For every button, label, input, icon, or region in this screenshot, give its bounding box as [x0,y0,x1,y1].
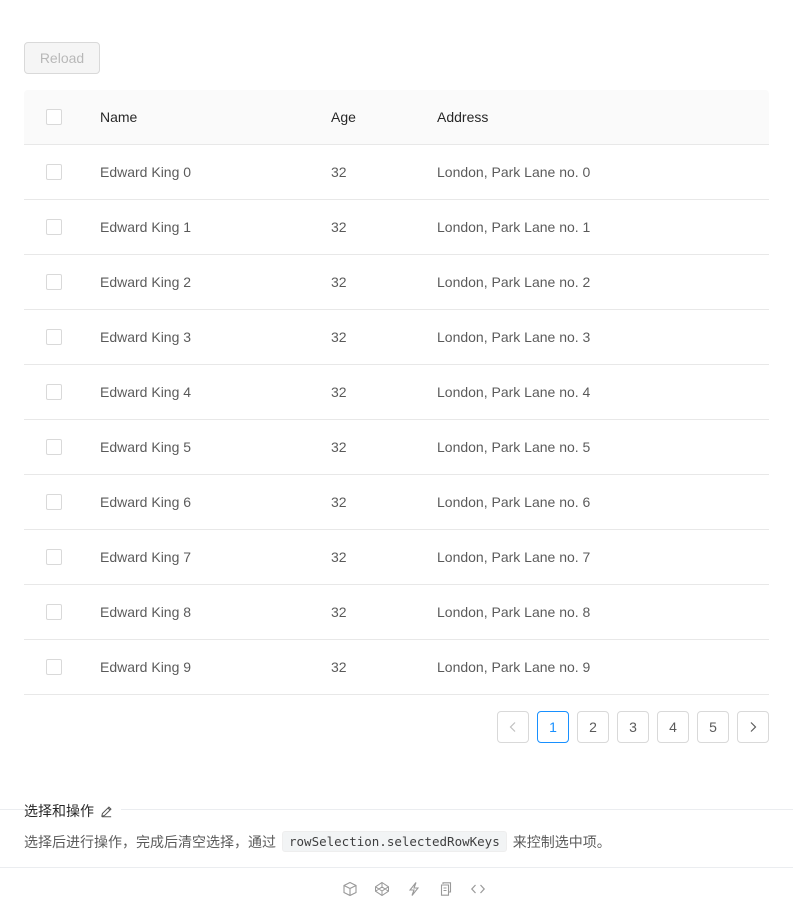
cell-age: 32 [331,494,347,510]
row-select-cell[interactable] [46,640,62,694]
cell-address: London, Park Lane no. 0 [437,164,591,180]
cell-age: 32 [331,274,347,290]
demo-desc-before: 选择后进行操作，完成后清空选择，通过 [24,834,276,851]
copy-icon[interactable] [437,880,455,898]
pagination-page-2[interactable]: 2 [577,711,609,743]
chevron-right-icon [750,722,757,732]
row-select-cell[interactable] [46,475,62,529]
pagination-page-4[interactable]: 4 [657,711,689,743]
cell-address: London, Park Lane no. 7 [437,549,591,565]
cell-age: 32 [331,604,347,620]
cell-address: London, Park Lane no. 1 [437,219,591,235]
table-row[interactable]: Edward King 7 32 London, Park Lane no. 7 [24,530,769,585]
row-select-cell[interactable] [46,255,62,309]
row-checkbox[interactable] [46,604,62,620]
cell-address: London, Park Lane no. 2 [437,274,591,290]
pagination-next-button[interactable] [737,711,769,743]
reload-button[interactable]: Reload [24,42,100,74]
table-row[interactable]: Edward King 3 32 London, Park Lane no. 3 [24,310,769,365]
demo-actions [341,880,487,898]
table-row[interactable]: Edward King 6 32 London, Park Lane no. 6 [24,475,769,530]
cell-address: London, Park Lane no. 4 [437,384,591,400]
codesandbox-icon[interactable] [341,880,359,898]
cell-name: Edward King 1 [100,219,192,235]
row-checkbox[interactable] [46,439,62,455]
chevron-left-icon [509,722,516,732]
demo-title-text: 选择和操作 [24,804,94,820]
demo-desc-after: 来控制选中项。 [512,834,611,851]
cell-address: London, Park Lane no. 8 [437,604,591,620]
select-all-checkbox[interactable] [46,109,62,125]
cell-age: 32 [331,219,347,235]
cell-name: Edward King 3 [100,329,192,345]
riddle-icon[interactable] [405,880,423,898]
row-select-cell[interactable] [46,420,62,474]
cell-name: Edward King 5 [100,439,192,455]
cell-address: London, Park Lane no. 5 [437,439,591,455]
column-header-age: Age [331,109,356,125]
cell-age: 32 [331,439,347,455]
cell-name: Edward King 8 [100,604,192,620]
row-checkbox[interactable] [46,219,62,235]
cell-name: Edward King 9 [100,659,192,675]
table-row[interactable]: Edward King 8 32 London, Park Lane no. 8 [24,585,769,640]
row-select-cell[interactable] [46,365,62,419]
row-select-cell[interactable] [46,310,62,364]
pagination-page-3[interactable]: 3 [617,711,649,743]
select-all-cell[interactable] [46,90,62,144]
row-select-cell[interactable] [46,530,62,584]
cell-name: Edward King 7 [100,549,192,565]
cell-age: 32 [331,384,347,400]
table-row[interactable]: Edward King 5 32 London, Park Lane no. 5 [24,420,769,475]
cell-name: Edward King 6 [100,494,192,510]
codepen-icon[interactable] [373,880,391,898]
row-checkbox[interactable] [46,384,62,400]
column-header-name: Name [100,109,138,125]
pagination: 12345 [497,711,769,743]
pagination-prev-button[interactable] [497,711,529,743]
row-select-cell[interactable] [46,585,62,639]
table-body: Edward King 0 32 London, Park Lane no. 0 Ed… [24,145,769,695]
table-row[interactable]: Edward King 4 32 London, Park Lane no. 4 [24,365,769,420]
row-select-cell[interactable] [46,200,62,254]
cell-age: 32 [331,164,347,180]
cell-address: London, Park Lane no. 9 [437,659,591,675]
cell-name: Edward King 0 [100,164,192,180]
demo-description: 选择后进行操作，完成后清空选择，通过 rowSelection.selected… [24,831,611,852]
cell-address: London, Park Lane no. 6 [437,494,591,510]
cell-age: 32 [331,329,347,345]
pagination-pages: 12345 [537,711,729,743]
column-header-address: Address [437,109,489,125]
code-icon[interactable] [469,880,487,898]
cell-name: Edward King 2 [100,274,192,290]
cell-age: 32 [331,549,347,565]
table-row[interactable]: Edward King 1 32 London, Park Lane no. 1 [24,200,769,255]
pagination-page-5[interactable]: 5 [697,711,729,743]
pagination-page-1[interactable]: 1 [537,711,569,743]
cell-address: London, Park Lane no. 3 [437,329,591,345]
demo-desc-code: rowSelection.selectedRowKeys [282,831,507,852]
table-row[interactable]: Edward King 2 32 London, Park Lane no. 2 [24,255,769,310]
row-checkbox[interactable] [46,164,62,180]
edit-icon[interactable] [100,805,113,818]
demo-title: 选择和操作 [24,801,121,821]
demo-actions-divider [0,867,793,868]
table-row[interactable]: Edward King 0 32 London, Park Lane no. 0 [24,145,769,200]
table-header: Name Age Address [24,90,769,145]
row-checkbox[interactable] [46,274,62,290]
row-checkbox[interactable] [46,329,62,345]
table-row[interactable]: Edward King 9 32 London, Park Lane no. 9 [24,640,769,695]
row-checkbox[interactable] [46,494,62,510]
row-checkbox[interactable] [46,549,62,565]
row-select-cell[interactable] [46,145,62,199]
row-checkbox[interactable] [46,659,62,675]
cell-name: Edward King 4 [100,384,192,400]
cell-age: 32 [331,659,347,675]
data-table: Name Age Address Edward King 0 32 London, … [24,90,769,695]
